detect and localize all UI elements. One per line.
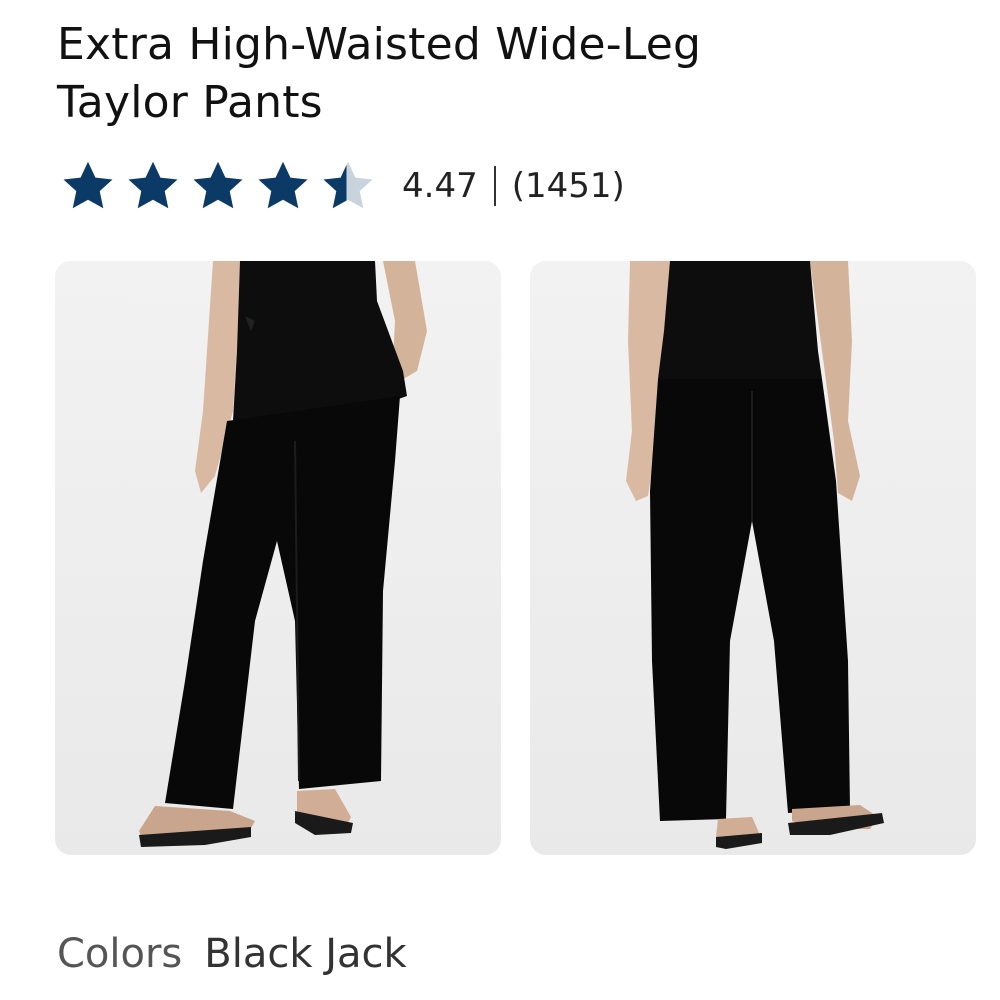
star-icon (193, 161, 243, 209)
star-icon (63, 161, 113, 209)
partial-star-icon (323, 161, 373, 209)
rating-divider (493, 166, 496, 206)
rating-value: 4.47 (402, 166, 478, 206)
product-page: Extra High-Waisted Wide-Leg Taylor Pants… (0, 0, 1000, 1000)
rating-summary[interactable]: 4.47 (1451) (60, 158, 625, 214)
colors-label: Colors (57, 931, 183, 977)
product-title-line1: Extra High-Waisted Wide-Leg (57, 19, 702, 70)
product-image-front[interactable] (55, 261, 501, 855)
review-count[interactable]: (1451) (512, 166, 625, 206)
color-selector: Colors Black Jack (57, 926, 407, 982)
star-icon (128, 161, 178, 209)
star-rating (60, 159, 376, 213)
product-image-back[interactable] (530, 261, 976, 855)
product-title-line2: Taylor Pants (57, 77, 323, 128)
product-photo-back (530, 261, 976, 855)
product-photo-front (55, 261, 501, 855)
selected-color: Black Jack (204, 931, 407, 977)
star-icon (258, 161, 308, 209)
product-title: Extra High-Waisted Wide-Leg Taylor Pants (57, 16, 957, 132)
